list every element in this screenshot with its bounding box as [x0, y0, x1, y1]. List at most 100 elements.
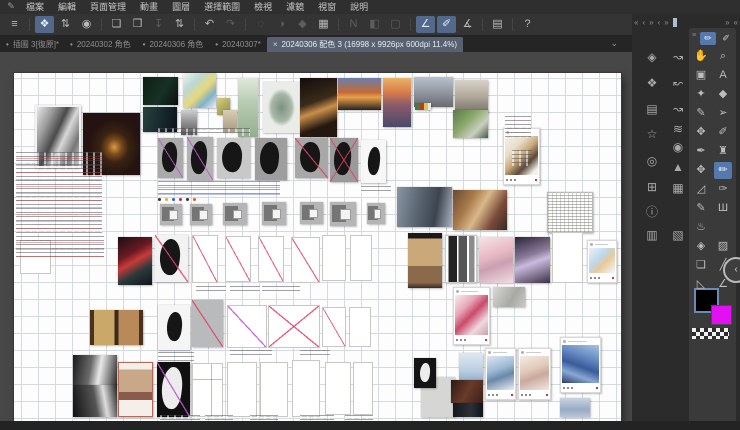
menu-item-9[interactable]: 說明	[343, 0, 375, 14]
dock-chevron-2[interactable]: »	[647, 18, 655, 27]
value-thumb-5[interactable]	[300, 202, 323, 224]
pink-collage-post[interactable]	[453, 287, 490, 345]
save-collapse-button[interactable]: ⇅	[170, 16, 189, 33]
figure-study-card-3[interactable]	[217, 138, 250, 178]
curve-settings-icon[interactable]: ↝	[668, 102, 688, 116]
layout-sketch-16[interactable]	[552, 232, 583, 283]
blue-city-illustration[interactable]	[560, 398, 590, 417]
dark-library-illustration[interactable]	[451, 380, 483, 403]
menu-item-5[interactable]: 選擇範圍	[197, 0, 247, 14]
gray-pencil-sketch[interactable]	[493, 287, 525, 307]
figure-study-card-4[interactable]	[255, 138, 287, 180]
figure-study-card-5[interactable]	[295, 138, 328, 178]
layout-sketch-12[interactable]	[325, 362, 351, 415]
grass-brush-tool[interactable]: Ш	[714, 200, 732, 217]
layout-sketch-8[interactable]	[349, 307, 371, 347]
move-layer-tool[interactable]: ✥	[692, 162, 710, 179]
item-bank-icon[interactable]: ▧	[668, 228, 688, 242]
menu-item-8[interactable]: 視窗	[311, 0, 343, 14]
eyedropper-tool[interactable]: ✐	[714, 124, 732, 141]
flower-market-photo[interactable]	[453, 110, 488, 138]
menu-item-4[interactable]: 圖層	[165, 0, 197, 14]
stroke-list-icon[interactable]: ≋	[668, 122, 688, 136]
rain-window-illustration[interactable]	[459, 353, 483, 383]
manga-page[interactable]	[445, 235, 477, 283]
pink-pair-illustration[interactable]	[479, 237, 513, 283]
bw-lineart-illustration[interactable]	[547, 192, 593, 233]
current-sub-tool[interactable]: ✐	[718, 32, 734, 45]
figure-study-card-1[interactable]	[158, 138, 183, 178]
text-tool[interactable]: A	[714, 67, 732, 84]
object-select-tool[interactable]: ➢	[714, 105, 732, 122]
timeline-icon[interactable]: ▦	[668, 181, 688, 195]
information-icon[interactable]: ⓘ	[642, 203, 662, 220]
dock-chevron-6[interactable]: »	[723, 18, 731, 27]
menu-item-3[interactable]: 動畫	[133, 0, 165, 14]
layout-sketch-5[interactable]	[227, 305, 267, 348]
stamp-tool[interactable]: ♜	[714, 143, 732, 160]
document-tab-0[interactable]: • 插圖 3[復原]*	[0, 37, 64, 52]
canvas[interactable]	[14, 73, 621, 421]
bw-street-photo-1[interactable]	[73, 355, 117, 385]
layout-sketch-11[interactable]	[292, 360, 320, 417]
zoom-tool[interactable]: ⌕	[714, 48, 732, 65]
silhouette-card-large[interactable]	[155, 235, 188, 282]
help-button[interactable]: ?	[518, 16, 537, 33]
gradient-tool[interactable]: ▨	[714, 238, 732, 255]
open-file-button[interactable]: ❒	[128, 16, 147, 33]
black-thumb-figure[interactable]	[414, 358, 436, 388]
dock-chevron-1[interactable]: ‹	[640, 18, 647, 27]
layer-property-icon[interactable]: ▤	[642, 102, 662, 116]
purple-figure-illustration[interactable]	[515, 237, 550, 283]
workspace-mode-button[interactable]: ❖	[35, 16, 54, 33]
figure-study-card-6[interactable]	[330, 138, 358, 182]
page-manager-view-button[interactable]: ▤	[488, 16, 507, 33]
new-file-button[interactable]: ❏	[107, 16, 126, 33]
value-thumb-7[interactable]	[367, 203, 385, 224]
sepia-portrait-pair[interactable]	[118, 362, 153, 417]
operation-tool[interactable]: ▣	[692, 67, 710, 84]
dark-photo-bottom[interactable]	[453, 403, 483, 417]
layout-sketch-15[interactable]	[350, 235, 372, 281]
sub-color-swatch[interactable]	[712, 306, 731, 324]
fill-bucket-tool[interactable]: ◈	[692, 238, 710, 255]
snap-to-special-ruler-button[interactable]: ✐	[437, 16, 456, 33]
undo-button[interactable]: ↶	[200, 16, 219, 33]
lasso-tool[interactable]: ◿	[692, 181, 710, 198]
menu-item-6[interactable]: 檢視	[247, 0, 279, 14]
document-tab-4[interactable]: × 20240306 配色 3 (16998 x 9926px 600dpi 11…	[266, 37, 464, 52]
value-thumb-1[interactable]	[160, 204, 182, 225]
dock-chevron-0[interactable]: «	[632, 18, 640, 27]
polygon-tool[interactable]: ◺	[692, 276, 710, 293]
main-menu-button[interactable]: ≡	[5, 16, 24, 33]
dock-chevron-3[interactable]: ‹	[656, 18, 663, 27]
material-palette-icon[interactable]: ☆	[642, 127, 662, 141]
brush-tool[interactable]: ✏	[714, 162, 732, 179]
color-set-icon[interactable]: ⊞	[642, 180, 662, 194]
marquee-select-tool[interactable]: ❏	[692, 257, 710, 274]
transparent-color-swatch[interactable]	[692, 328, 729, 339]
color-palette-strip[interactable]	[415, 103, 431, 110]
flame-brush-tool[interactable]: ♨	[692, 219, 710, 236]
blue-gray-painting[interactable]	[397, 187, 452, 227]
crouching-figure-sketch[interactable]	[158, 305, 190, 350]
liner-pen-tool[interactable]: ✎	[692, 200, 710, 217]
layout-sketch-6[interactable]	[268, 305, 320, 348]
dock-drag-handle[interactable]	[672, 17, 677, 27]
layout-sketch-10[interactable]	[260, 362, 288, 417]
menu-item-0[interactable]: 檔案	[19, 0, 51, 14]
gray-card-diagonal[interactable]	[192, 300, 223, 347]
history-palette-icon[interactable]: ▥	[642, 228, 662, 242]
pan-hand-tool[interactable]: ✋	[692, 48, 710, 65]
snap-to-ruler-button[interactable]: ∠	[416, 16, 435, 33]
value-thumb-2[interactable]	[190, 204, 212, 225]
palette-menu-icon[interactable]: ≡	[692, 32, 696, 39]
red-cross-layout-card[interactable]	[192, 363, 223, 417]
layout-sketch-1[interactable]	[192, 235, 218, 283]
sub-view-icon[interactable]: ◎	[642, 154, 662, 168]
museum-paintings-pair[interactable]	[90, 310, 143, 345]
sunset-tree-photo[interactable]	[338, 78, 381, 110]
document-tab-3[interactable]: • 20240307*	[209, 37, 267, 52]
layout-sketch-4[interactable]	[291, 237, 320, 283]
dark-green-photo[interactable]	[143, 77, 178, 105]
